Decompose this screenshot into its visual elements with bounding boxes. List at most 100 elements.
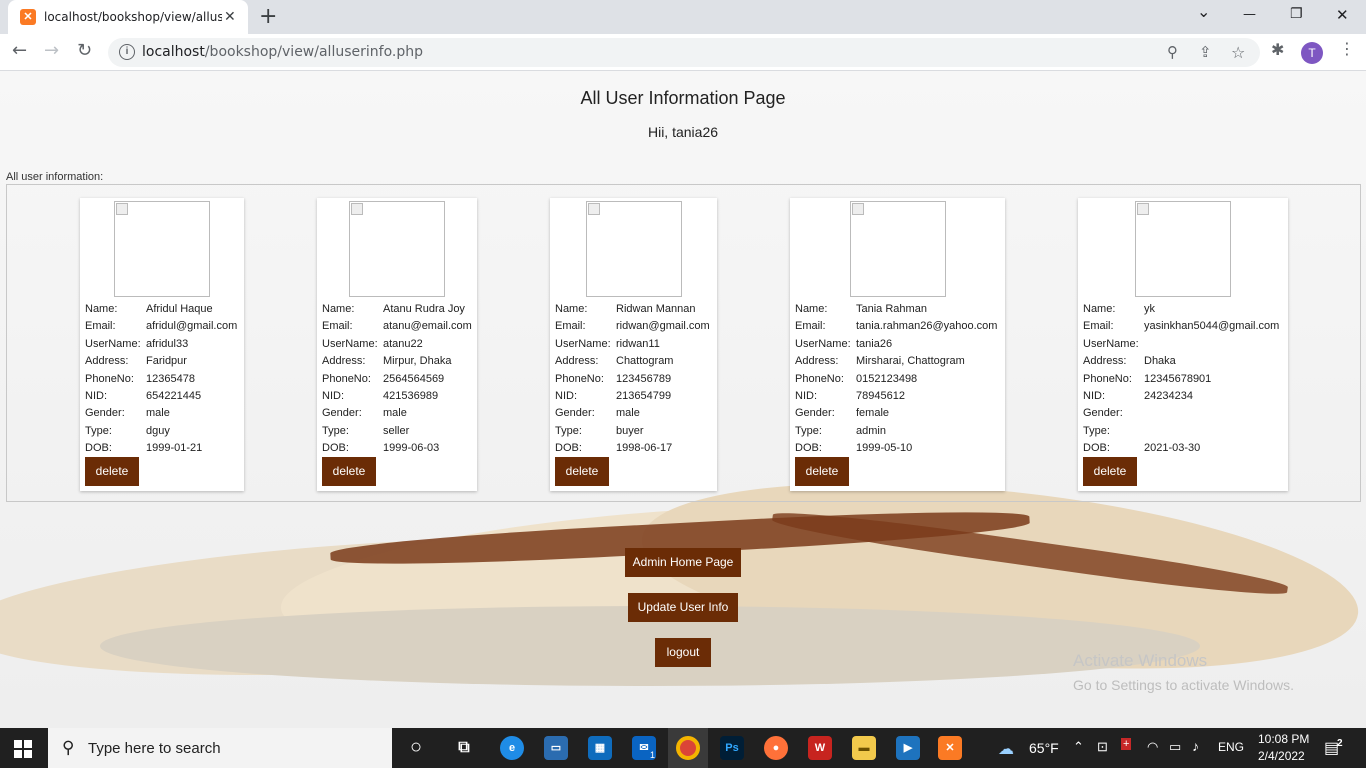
media-player-icon[interactable]: ▶ xyxy=(896,736,920,760)
field-label: NID: xyxy=(1083,390,1105,403)
delete-user-button[interactable]: delete xyxy=(322,457,376,486)
user-details: Name: Ridwan Mannan Email: ridwan@gmail.com… xyxy=(555,301,710,458)
user-field-address: Address: Faridpur xyxy=(85,353,237,370)
user-card: Name: Afridul Haque Email: afridul@gmail.co… xyxy=(80,198,244,491)
field-value: seller xyxy=(383,424,410,437)
user-field-type: Type: xyxy=(1083,423,1279,440)
xampp-favicon-icon: ✕ xyxy=(20,9,36,25)
field-label: Gender: xyxy=(322,407,362,420)
weather-icon[interactable]: ☁ xyxy=(998,739,1014,759)
close-window-icon[interactable]: ✕ xyxy=(1336,6,1349,24)
chrome-icon[interactable] xyxy=(676,736,700,760)
user-photo-broken-image xyxy=(1135,201,1231,297)
update-user-info-button[interactable]: Update User Info xyxy=(628,593,738,622)
meet-now-icon[interactable]: ⊡ xyxy=(1097,739,1108,755)
wifi-icon[interactable]: ◠ xyxy=(1147,739,1158,755)
delete-user-button[interactable]: delete xyxy=(795,457,849,486)
field-label: NID: xyxy=(555,390,577,403)
file-explorer-icon[interactable]: ▬ xyxy=(852,736,876,760)
minimize-icon[interactable]: — xyxy=(1243,7,1256,22)
logout-button[interactable]: logout xyxy=(655,638,711,667)
field-label: Email: xyxy=(1083,320,1114,333)
user-card: Name: Tania Rahman Email: tania.rahman26@ya… xyxy=(790,198,1005,491)
forward-arrow-icon[interactable]: → xyxy=(44,40,59,61)
user-field-username: UserName: ridwan11 xyxy=(555,336,710,353)
broken-image-icon xyxy=(1137,203,1149,215)
volume-icon[interactable]: ♪ xyxy=(1192,738,1199,754)
field-value: male xyxy=(146,407,170,420)
weather-temperature[interactable]: 65°F xyxy=(1029,740,1059,756)
bookmark-star-icon[interactable]: ☆ xyxy=(1231,43,1245,62)
field-label: UserName: xyxy=(85,337,141,350)
user-field-phone: PhoneNo: 12345678901 xyxy=(1083,371,1279,388)
tab-search-dropdown-icon[interactable]: ⌄ xyxy=(1197,2,1210,21)
url-text[interactable]: localhost/bookshop/view/alluserinfo.php xyxy=(142,44,423,60)
windows-start-icon[interactable] xyxy=(14,740,32,758)
antivirus-icon[interactable]: + xyxy=(1121,738,1132,750)
field-value: dguy xyxy=(146,424,170,437)
field-value: Tania Rahman xyxy=(856,303,927,315)
language-indicator[interactable]: ENG xyxy=(1218,740,1244,754)
taskbar-search-box[interactable]: ⚲ Type here to search xyxy=(48,728,392,768)
user-field-email: Email: atanu@email.com xyxy=(322,318,472,335)
user-field-gender: Gender: xyxy=(1083,405,1279,422)
wps-office-icon[interactable]: W xyxy=(808,736,832,760)
user-field-gender: Gender: male xyxy=(322,405,472,422)
section-label: All user information: xyxy=(6,171,104,183)
zoom-icon[interactable]: ⚲ xyxy=(1167,43,1178,61)
user-field-nid: NID: 24234234 xyxy=(1083,388,1279,405)
tab-close-icon[interactable]: ✕ xyxy=(224,8,236,25)
page-viewport: All User Information Page Hii, tania26 A… xyxy=(0,71,1366,728)
battery-icon[interactable]: ▭ xyxy=(1169,739,1181,755)
user-field-address: Address: Mirsharai, Chattogram xyxy=(795,353,997,370)
task-view-icon[interactable]: ⧉ xyxy=(452,736,476,760)
broken-image-icon xyxy=(588,203,600,215)
user-field-name: Name: Afridul Haque xyxy=(85,301,237,318)
user-field-nid: NID: 78945612 xyxy=(795,388,997,405)
field-label: Address: xyxy=(322,355,366,368)
delete-user-button[interactable]: delete xyxy=(85,457,139,486)
user-field-username: UserName: afridul33 xyxy=(85,336,237,353)
browser-menu-icon[interactable]: ⋮ xyxy=(1339,39,1355,58)
field-label: Email: xyxy=(555,320,586,333)
site-info-icon[interactable]: i xyxy=(119,44,135,60)
edge-icon[interactable]: e xyxy=(500,736,524,760)
user-card: Name: Ridwan Mannan Email: ridwan@gmail.com… xyxy=(550,198,717,491)
file-transfer-app-icon[interactable]: ▭ xyxy=(544,736,568,760)
browser-tab[interactable]: ✕ localhost/bookshop/view/alluseri ✕ xyxy=(8,0,248,34)
xampp-icon[interactable]: ✕ xyxy=(938,736,962,760)
microsoft-store-icon[interactable]: ▦ xyxy=(588,736,612,760)
extensions-puzzle-icon[interactable]: ✱ xyxy=(1271,40,1284,59)
user-card: Name: Atanu Rudra Joy Email: atanu@email.co… xyxy=(317,198,477,491)
reload-icon[interactable]: ↻ xyxy=(77,40,92,61)
new-tab-icon[interactable]: + xyxy=(259,4,277,29)
windows-taskbar: ⚲ Type here to search ○ ⧉ e ▭ ▦ ✉ 1 Ps ●… xyxy=(0,728,1366,768)
show-hidden-icons-icon[interactable]: ⌃ xyxy=(1073,739,1084,755)
field-label: DOB: xyxy=(1083,442,1110,455)
share-icon[interactable]: ⇪ xyxy=(1199,43,1212,61)
user-field-address: Address: Mirpur, Dhaka xyxy=(322,353,472,370)
profile-avatar[interactable]: T xyxy=(1301,42,1323,64)
field-value: tania26 xyxy=(856,337,893,350)
field-value: 1999-05-10 xyxy=(856,442,913,455)
address-bar[interactable]: i localhost/bookshop/view/alluserinfo.ph… xyxy=(108,38,1260,67)
back-arrow-icon[interactable]: ← xyxy=(12,40,27,61)
firefox-icon[interactable]: ● xyxy=(764,736,788,760)
field-label: Type: xyxy=(555,424,582,437)
field-label: Email: xyxy=(322,320,353,333)
cortana-icon[interactable]: ○ xyxy=(404,736,428,760)
admin-home-button[interactable]: Admin Home Page xyxy=(625,548,741,577)
field-label: PhoneNo: xyxy=(322,372,371,385)
field-value: male xyxy=(383,407,407,420)
clock-date[interactable]: 2/4/2022 xyxy=(1258,749,1305,763)
field-label: PhoneNo: xyxy=(555,372,604,385)
clock-time[interactable]: 10:08 PM xyxy=(1258,732,1309,746)
user-field-type: Type: admin xyxy=(795,423,997,440)
user-field-email: Email: ridwan@gmail.com xyxy=(555,318,710,335)
user-field-nid: NID: 213654799 xyxy=(555,388,710,405)
photoshop-icon[interactable]: Ps xyxy=(720,736,744,760)
restore-icon[interactable]: ❐ xyxy=(1290,6,1303,22)
user-field-type: Type: buyer xyxy=(555,423,710,440)
delete-user-button[interactable]: delete xyxy=(555,457,609,486)
delete-user-button[interactable]: delete xyxy=(1083,457,1137,486)
